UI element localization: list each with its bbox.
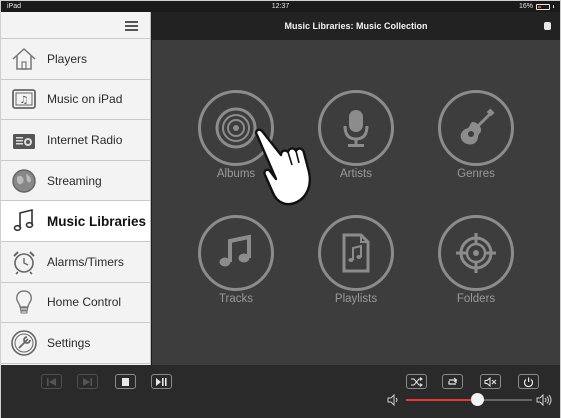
sidebar-item-alarms-timers[interactable]: Alarms/Timers xyxy=(1,241,150,283)
sidebar-item-label: Internet Radio xyxy=(47,132,123,147)
tile-tracks[interactable]: Tracks xyxy=(196,215,276,305)
disc-icon xyxy=(198,90,274,166)
page-title-bar: Music Libraries: Music Collection xyxy=(152,12,560,40)
microphone-icon xyxy=(318,90,394,166)
previous-icon xyxy=(47,377,56,386)
volume-high-icon xyxy=(536,394,552,406)
repeat-icon xyxy=(448,377,458,385)
battery-percent: 16% xyxy=(518,3,533,10)
tile-label: Albums xyxy=(216,168,256,180)
sidebar-item-label: Home Control xyxy=(47,295,122,310)
sidebar-item-label: Music Libraries xyxy=(47,213,147,229)
tile-artists[interactable]: Artists xyxy=(316,90,396,180)
tile-label: Folders xyxy=(456,293,496,305)
sidebar-header xyxy=(1,12,150,39)
playlist-file-icon xyxy=(318,215,394,291)
tile-folders[interactable]: Folders xyxy=(436,215,516,305)
library-grid: Albums Artists Genres Tracks Playlists F… xyxy=(152,40,560,365)
play-pause-icon xyxy=(156,377,167,386)
sidebar-item-label: Streaming xyxy=(47,173,102,188)
music-notes-icon xyxy=(198,215,274,291)
speaker-mute-icon xyxy=(484,376,497,387)
lightbulb-icon xyxy=(1,282,47,322)
shuffle-button[interactable] xyxy=(406,374,427,389)
transport-bar xyxy=(1,365,560,418)
globe-icon xyxy=(1,161,47,201)
battery-status: 16% xyxy=(519,1,554,12)
tile-albums[interactable]: Albums xyxy=(196,90,276,180)
sidebar-item-streaming[interactable]: Streaming xyxy=(1,160,150,202)
database-icon[interactable] xyxy=(544,22,551,30)
music-note-box-icon: ♫ xyxy=(1,79,47,119)
mute-button[interactable] xyxy=(480,374,501,389)
radio-icon xyxy=(1,120,47,160)
volume-low-icon xyxy=(387,394,398,406)
stop-button[interactable] xyxy=(115,374,136,389)
repeat-button[interactable] xyxy=(442,374,463,389)
clock: 12:37 xyxy=(271,3,290,10)
next-button[interactable] xyxy=(77,374,98,389)
sidebar-item-home-control[interactable]: Home Control xyxy=(1,282,150,324)
previous-button[interactable] xyxy=(41,374,62,389)
app-window: iPad 12:37 16% Players ♫ Music on iPad I… xyxy=(0,0,561,418)
alarm-clock-icon xyxy=(1,242,47,282)
tile-label: Genres xyxy=(457,168,495,180)
tile-playlists[interactable]: Playlists xyxy=(316,215,396,305)
music-notes-icon xyxy=(1,201,47,241)
volume-fill xyxy=(406,399,477,401)
shuffle-icon xyxy=(411,376,423,387)
guitar-icon xyxy=(438,90,514,166)
tile-label: Artists xyxy=(340,168,372,180)
status-bar: iPad 12:37 16% xyxy=(1,1,560,12)
wrench-icon xyxy=(1,323,47,363)
page-title: Music Libraries: Music Collection xyxy=(284,21,428,31)
sidebar-item-music-on-ipad[interactable]: ♫ Music on iPad xyxy=(1,79,150,121)
tile-genres[interactable]: Genres xyxy=(436,90,516,180)
sidebar-item-label: Players xyxy=(47,51,88,66)
battery-icon xyxy=(536,3,550,10)
next-icon xyxy=(83,377,92,386)
battery-tip xyxy=(553,5,554,8)
target-icon xyxy=(438,215,514,291)
svg-text:♫: ♫ xyxy=(20,95,29,106)
menu-icon[interactable] xyxy=(125,21,138,31)
sidebar-item-settings[interactable]: Settings xyxy=(1,323,150,364)
tile-label: Playlists xyxy=(334,293,378,305)
sidebar-item-music-libraries[interactable]: Music Libraries xyxy=(1,201,150,242)
power-icon xyxy=(523,377,534,387)
sidebar: Players ♫ Music on iPad Internet Radio S… xyxy=(1,12,151,365)
power-button[interactable] xyxy=(518,374,539,389)
sidebar-item-label: Settings xyxy=(47,335,91,350)
sidebar-item-internet-radio[interactable]: Internet Radio xyxy=(1,120,150,161)
volume-knob[interactable] xyxy=(470,393,484,406)
play-pause-button[interactable] xyxy=(151,374,172,389)
stop-icon xyxy=(122,377,129,386)
sidebar-item-players[interactable]: Players xyxy=(1,39,150,80)
volume-slider[interactable] xyxy=(406,393,532,406)
house-icon xyxy=(1,39,47,79)
sidebar-item-label: Music on iPad xyxy=(47,92,123,107)
tile-label: Tracks xyxy=(218,293,254,305)
sidebar-item-label: Alarms/Timers xyxy=(47,254,124,269)
